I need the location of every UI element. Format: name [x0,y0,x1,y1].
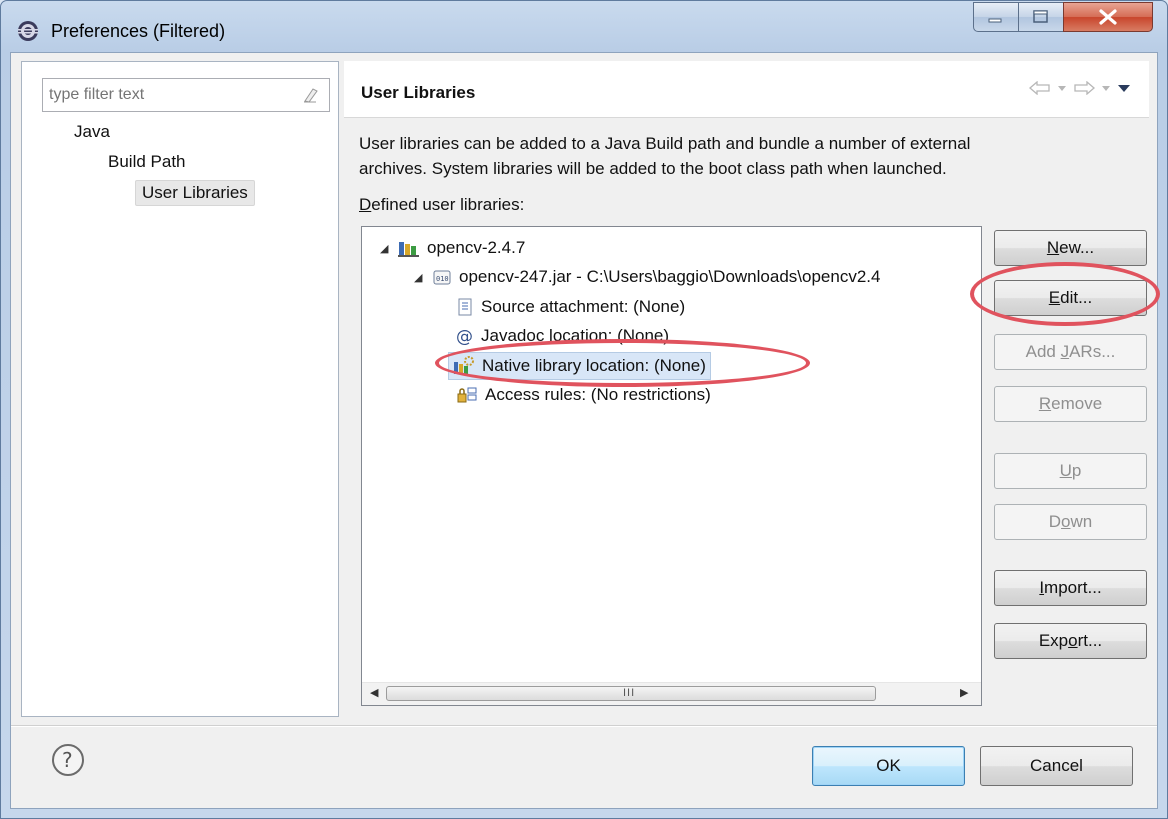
nav-item-build-path[interactable]: Build Path [108,152,186,172]
user-library-tree[interactable]: ◢ opencv-2.4.7 ◢ 010 opencv-247.jar - C:… [361,226,982,706]
jar-icon: 010 [432,268,452,286]
filter-field[interactable] [42,78,330,112]
view-menu-icon[interactable] [1117,83,1131,93]
filter-input[interactable] [49,83,289,107]
defined-libraries-label: Defined user libraries: [359,195,525,214]
preferences-window: Preferences (Filtered) Java Build Path U… [0,0,1168,819]
maximize-button[interactable] [1018,2,1064,32]
back-arrow-icon[interactable] [1029,81,1051,95]
edit-button[interactable]: Edit... [994,280,1147,316]
jar-path: opencv-247.jar - C:\Users\baggio\Downloa… [459,267,881,286]
tree-row-source-attachment[interactable]: Source attachment: (None) [452,294,685,320]
preference-nav-pane: Java Build Path User Libraries [21,61,339,717]
svg-text:@: @ [456,327,473,345]
source-attachment-label: Source attachment: (None) [481,297,686,316]
window-title: Preferences (Filtered) [51,21,226,41]
page-title: User Libraries [361,83,476,102]
tree-row-library[interactable]: ◢ opencv-2.4.7 [380,235,525,261]
cancel-button[interactable]: Cancel [980,746,1133,786]
tree-row-jar[interactable]: ◢ 010 opencv-247.jar - C:\Users\baggio\D… [414,264,880,290]
scroll-right-arrow-icon[interactable]: ▶ [960,686,968,699]
scroll-thumb[interactable]: III [386,686,876,701]
import-button[interactable]: Import... [994,570,1147,606]
help-icon[interactable]: ? [51,743,85,777]
tree-row-native-library-location[interactable]: Native library location: (None) [448,352,711,380]
javadoc-location-label: Javadoc location: (None) [481,326,670,345]
clear-filter-icon[interactable] [301,86,319,109]
nav-item-user-libraries[interactable]: User Libraries [135,180,255,206]
native-library-location-label: Native library location: (None) [482,356,706,375]
remove-button[interactable]: Remove [994,386,1147,422]
export-button[interactable]: Export... [994,623,1147,659]
eclipse-icon [16,19,40,43]
ok-button[interactable]: OK [812,746,965,786]
description-line: User libraries can be added to a Java Bu… [359,134,971,153]
library-icon [398,239,420,257]
back-dropdown-icon[interactable] [1057,84,1067,92]
svg-text:?: ? [62,748,73,772]
collapse-triangle-icon[interactable]: ◢ [414,271,428,284]
tree-row-access-rules[interactable]: Access rules: (No restrictions) [452,382,711,408]
source-attachment-icon [456,298,474,316]
tree-row-javadoc-location[interactable]: @ Javadoc location: (None) [452,323,669,349]
dialog-client-area: Java Build Path User Libraries User Libr… [10,52,1158,809]
library-name: opencv-2.4.7 [427,238,526,257]
access-rules-icon [456,385,478,405]
access-rules-label: Access rules: (No restrictions) [485,385,711,404]
page-description: User libraries can be added to a Java Bu… [359,131,1139,181]
nav-item-java[interactable]: Java [74,122,110,142]
page-header: User Libraries [344,61,1149,118]
javadoc-icon: @ [456,327,474,345]
down-button[interactable]: Down [994,504,1147,540]
description-line: archives. System libraries will be added… [359,159,947,178]
close-button[interactable] [1063,2,1153,32]
scroll-thumb-grip: III [623,687,636,699]
add-jars-button[interactable]: Add JARs... [994,334,1147,370]
svg-text:010: 010 [436,275,449,283]
history-nav [1029,81,1131,95]
forward-arrow-icon[interactable] [1073,81,1095,95]
up-button[interactable]: Up [994,453,1147,489]
footer-divider [11,725,1157,727]
forward-dropdown-icon[interactable] [1101,84,1111,92]
minimize-button[interactable] [973,2,1019,32]
preference-page: User Libraries User libraries can be add… [344,53,1159,723]
new-button[interactable]: New... [994,230,1147,266]
collapse-triangle-icon[interactable]: ◢ [380,242,394,255]
title-bar: Preferences (Filtered) [1,1,1167,51]
native-library-icon [453,356,475,376]
scroll-left-arrow-icon[interactable]: ◀ [370,686,378,699]
horizontal-scrollbar[interactable]: ◀ III ▶ [362,682,981,705]
